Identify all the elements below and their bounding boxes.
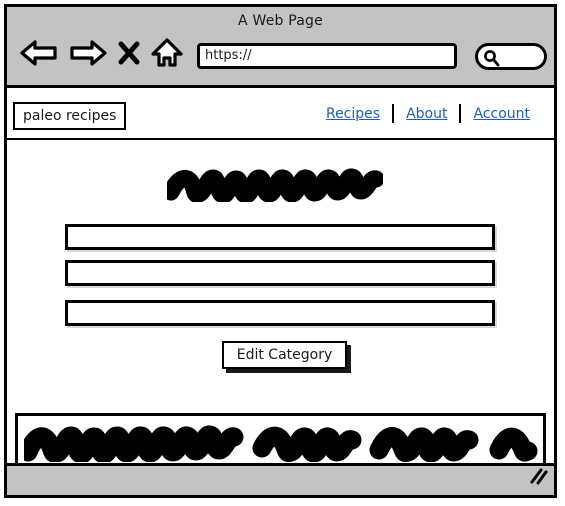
browser-window: A Web Page https:// paleo recipes Recipe… [4, 4, 557, 498]
footer-scribble [18, 422, 539, 464]
home-icon[interactable] [150, 37, 184, 73]
footer-panel [15, 413, 546, 469]
nav-link-about[interactable]: About [394, 106, 459, 122]
back-icon[interactable] [19, 38, 59, 72]
site-nav: Recipes About Account [314, 104, 542, 123]
edit-category-button[interactable]: Edit Category [222, 341, 347, 369]
stop-icon[interactable] [117, 38, 141, 72]
nav-link-recipes[interactable]: Recipes [314, 106, 392, 122]
nav-link-account[interactable]: Account [461, 106, 542, 122]
input-field-1[interactable] [65, 224, 495, 250]
url-input[interactable]: https:// [197, 43, 457, 69]
status-bar [7, 463, 554, 495]
input-field-3[interactable] [65, 300, 495, 326]
browser-chrome: A Web Page https:// [7, 7, 554, 88]
input-field-2[interactable] [65, 260, 495, 286]
window-title: A Web Page [238, 13, 323, 29]
header-divider [7, 138, 554, 140]
page-heading-scribble [162, 168, 385, 204]
page-content: paleo recipes Recipes About Account Edit… [7, 88, 554, 469]
browser-nav-buttons [19, 37, 184, 73]
forward-icon[interactable] [68, 38, 108, 72]
site-logo[interactable]: paleo recipes [13, 102, 127, 130]
search-icon [482, 48, 502, 72]
search-input[interactable] [475, 43, 547, 70]
resize-grip-icon[interactable] [526, 466, 548, 492]
